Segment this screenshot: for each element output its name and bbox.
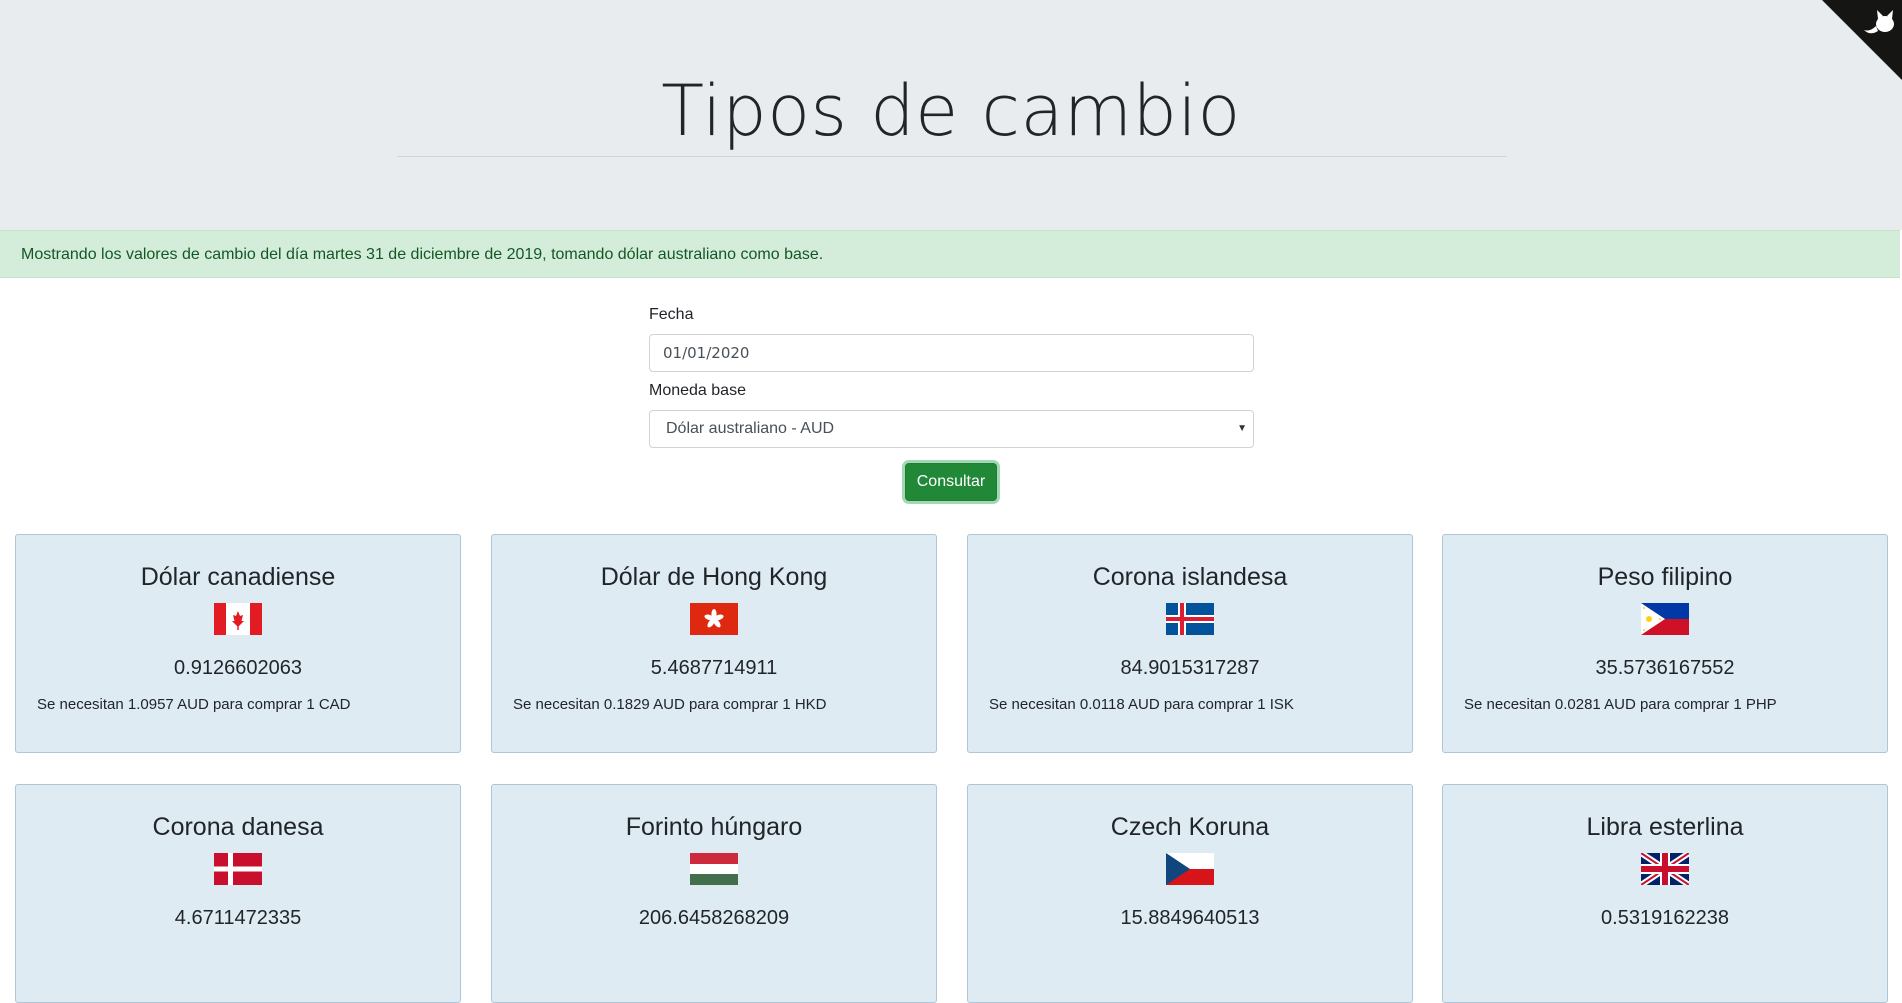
currency-card-php: Peso filipino 35.5736167552 Se necesitan… — [1442, 534, 1888, 753]
info-alert: Mostrando los valores de cambio del día … — [0, 230, 1900, 278]
page-title: Tipos de cambio — [661, 70, 1241, 152]
github-corner-link[interactable] — [1822, 0, 1902, 80]
currency-card-cad: Dólar canadiense 0.9126602063 Se necesit… — [15, 534, 461, 753]
currency-name: Corona danesa — [152, 813, 324, 841]
currency-card-hkd: Dólar de Hong Kong 5.4687714911 Se neces… — [491, 534, 937, 753]
currency-name: Czech Koruna — [1110, 813, 1270, 841]
exchange-rate: 15.8849640513 — [1120, 907, 1260, 929]
exchange-rate: 84.9015317287 — [1120, 657, 1260, 679]
currency-card-dkk: Corona danesa 4.6711472335 — [15, 784, 461, 1003]
base-currency-label: Moneda base — [649, 382, 746, 399]
hungary-flag-icon — [690, 853, 738, 885]
currency-name: Dólar canadiense — [140, 563, 336, 591]
denmark-flag-icon — [214, 853, 262, 885]
github-octocat-icon — [1822, 0, 1902, 80]
exchange-rate: 35.5736167552 — [1595, 657, 1735, 679]
conversion-note: Se necesitan 1.0957 AUD para comprar 1 C… — [37, 696, 351, 713]
date-value: 01/01/2020 — [663, 344, 750, 362]
philippines-flag-icon — [1641, 603, 1689, 635]
currency-name: Peso filipino — [1597, 563, 1733, 591]
currency-name: Dólar de Hong Kong — [600, 563, 828, 591]
hong-kong-flag-icon — [690, 603, 738, 635]
chevron-down-icon: ▼ — [1237, 423, 1247, 434]
currency-card-gbp: Libra esterlina 0.5319162238 — [1442, 784, 1888, 1003]
exchange-rate: 0.9126602063 — [174, 657, 302, 679]
base-currency-select[interactable]: Dólar australiano - AUD ▼ — [649, 410, 1254, 448]
conversion-note: Se necesitan 0.0118 AUD para comprar 1 I… — [989, 696, 1294, 713]
currency-card-czk: Czech Koruna 15.8849640513 — [967, 784, 1413, 1003]
conversion-note: Se necesitan 0.1829 AUD para comprar 1 H… — [513, 696, 827, 713]
exchange-rate: 4.6711472335 — [174, 907, 302, 929]
czech-flag-icon — [1166, 853, 1214, 885]
currency-name: Libra esterlina — [1586, 813, 1744, 841]
currency-card-huf: Forinto húngaro 206.6458268209 — [491, 784, 937, 1003]
currency-name: Forinto húngaro — [625, 813, 803, 841]
exchange-rate: 206.6458268209 — [638, 907, 790, 929]
alert-text: Mostrando los valores de cambio del día … — [21, 246, 824, 263]
currency-card-isk: Corona islandesa 84.9015317287 Se necesi… — [967, 534, 1413, 753]
date-input[interactable]: 01/01/2020 — [649, 334, 1254, 372]
header-jumbotron: Tipos de cambio — [0, 0, 1902, 230]
exchange-rate: 5.4687714911 — [650, 657, 778, 679]
exchange-rate: 0.5319162238 — [1601, 907, 1729, 929]
conversion-note: Se necesitan 0.0281 AUD para comprar 1 P… — [1464, 696, 1777, 713]
date-label: Fecha — [649, 306, 694, 323]
canada-flag-icon — [214, 603, 262, 635]
uk-flag-icon — [1641, 853, 1689, 885]
consultar-button[interactable]: Consultar — [905, 463, 997, 501]
base-currency-value: Dólar australiano - AUD — [666, 420, 835, 437]
title-divider — [397, 156, 1507, 157]
currency-name: Corona islandesa — [1092, 563, 1288, 591]
iceland-flag-icon — [1166, 603, 1214, 635]
